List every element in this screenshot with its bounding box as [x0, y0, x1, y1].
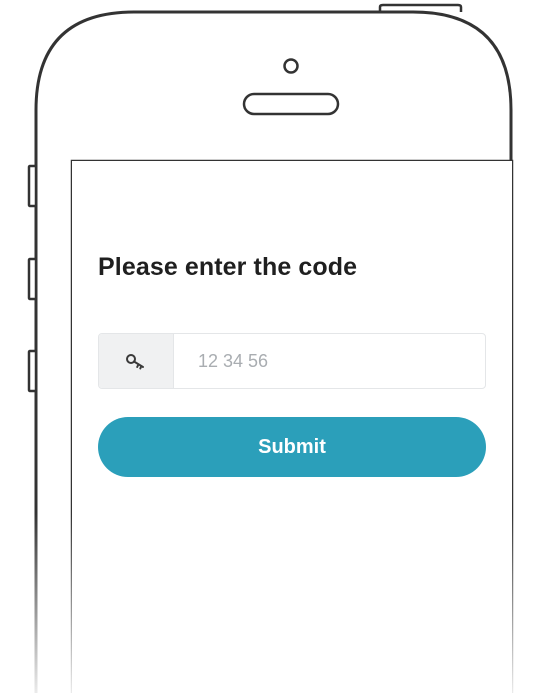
- key-icon: [99, 334, 174, 388]
- code-field: [98, 333, 486, 389]
- phone-mockup: Please enter the code Submit: [0, 0, 547, 693]
- speaker-icon: [242, 92, 340, 116]
- phone-screen: Please enter the code Submit: [72, 161, 512, 693]
- submit-button[interactable]: Submit: [98, 417, 486, 477]
- code-input[interactable]: [174, 334, 485, 388]
- page-title: Please enter the code: [98, 253, 358, 281]
- camera-icon: [283, 58, 299, 74]
